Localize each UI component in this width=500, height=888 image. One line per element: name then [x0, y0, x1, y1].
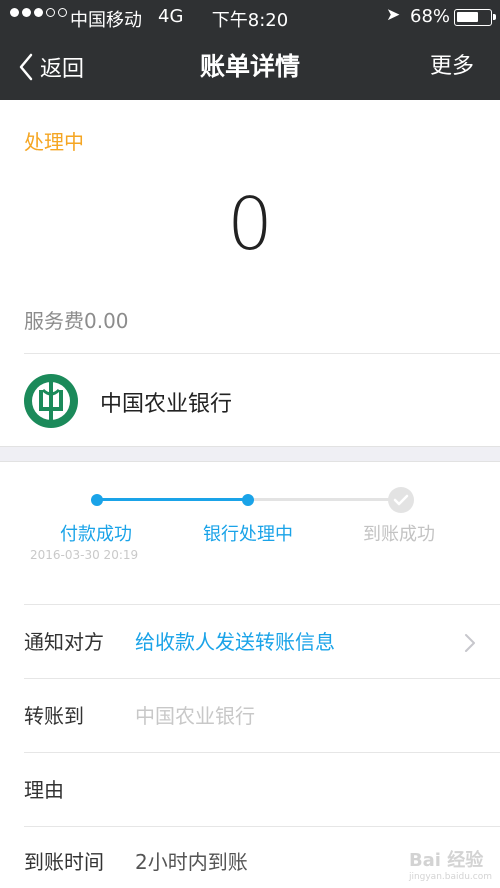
navigation-bar: 返回 账单详情 更多	[0, 34, 500, 100]
arrival-time-value: 2小时内到账	[135, 850, 248, 874]
battery-percent: 68%	[410, 6, 451, 27]
transfer-status: 处理中	[24, 130, 84, 154]
step-label-processing: 银行处理中	[203, 524, 293, 545]
row-label: 到账时间	[24, 850, 104, 874]
reason-row: 理由	[0, 753, 500, 827]
row-label: 理由	[24, 778, 64, 802]
back-label: 返回	[40, 57, 85, 82]
section-gap	[0, 446, 500, 462]
bank-row: 中国农业银行	[0, 354, 500, 446]
chevron-left-icon	[19, 53, 33, 81]
service-fee: 服务费0.00	[24, 309, 129, 333]
back-button[interactable]: 返回	[18, 34, 84, 100]
bank-name: 中国农业银行	[100, 392, 233, 417]
step-node-paid	[91, 494, 103, 506]
step-node-processing	[242, 494, 254, 506]
notify-recipient-link[interactable]: 给收款人发送转账信息	[135, 605, 335, 679]
progress-tracker: 付款成功 银行处理中 到账成功 2016-03-30 20:19	[0, 462, 500, 604]
transfer-amount: 0	[227, 182, 273, 266]
row-label: 通知对方	[24, 630, 104, 654]
location-arrow-icon: ➤	[386, 5, 401, 25]
abc-bank-logo-icon	[24, 374, 78, 428]
watermark-text: Bai 经验	[408, 850, 484, 871]
step-time-paid: 2016-03-30 20:19	[30, 548, 139, 562]
step-label-paid: 付款成功	[60, 524, 132, 545]
baidu-jingyan-watermark: Bai 经验 jingyan.baidu.com	[409, 846, 492, 882]
row-label: 转账到	[24, 704, 84, 728]
progress-track-done	[97, 498, 247, 501]
notify-recipient-row[interactable]: 通知对方 给收款人发送转账信息	[0, 605, 500, 679]
battery-icon	[454, 9, 496, 26]
transfer-to-value: 中国农业银行	[135, 704, 255, 728]
chevron-right-icon	[465, 634, 475, 652]
more-button[interactable]: 更多	[430, 34, 474, 100]
status-bar: 中国移动 4G 下午8:20 ➤ 68%	[0, 0, 500, 34]
transfer-to-row: 转账到 中国农业银行	[0, 679, 500, 753]
watermark-subtext: jingyan.baidu.com	[408, 872, 492, 882]
checkmark-icon	[388, 487, 414, 513]
progress-track-pending	[250, 498, 398, 501]
step-label-arrived: 到账成功	[363, 524, 435, 545]
